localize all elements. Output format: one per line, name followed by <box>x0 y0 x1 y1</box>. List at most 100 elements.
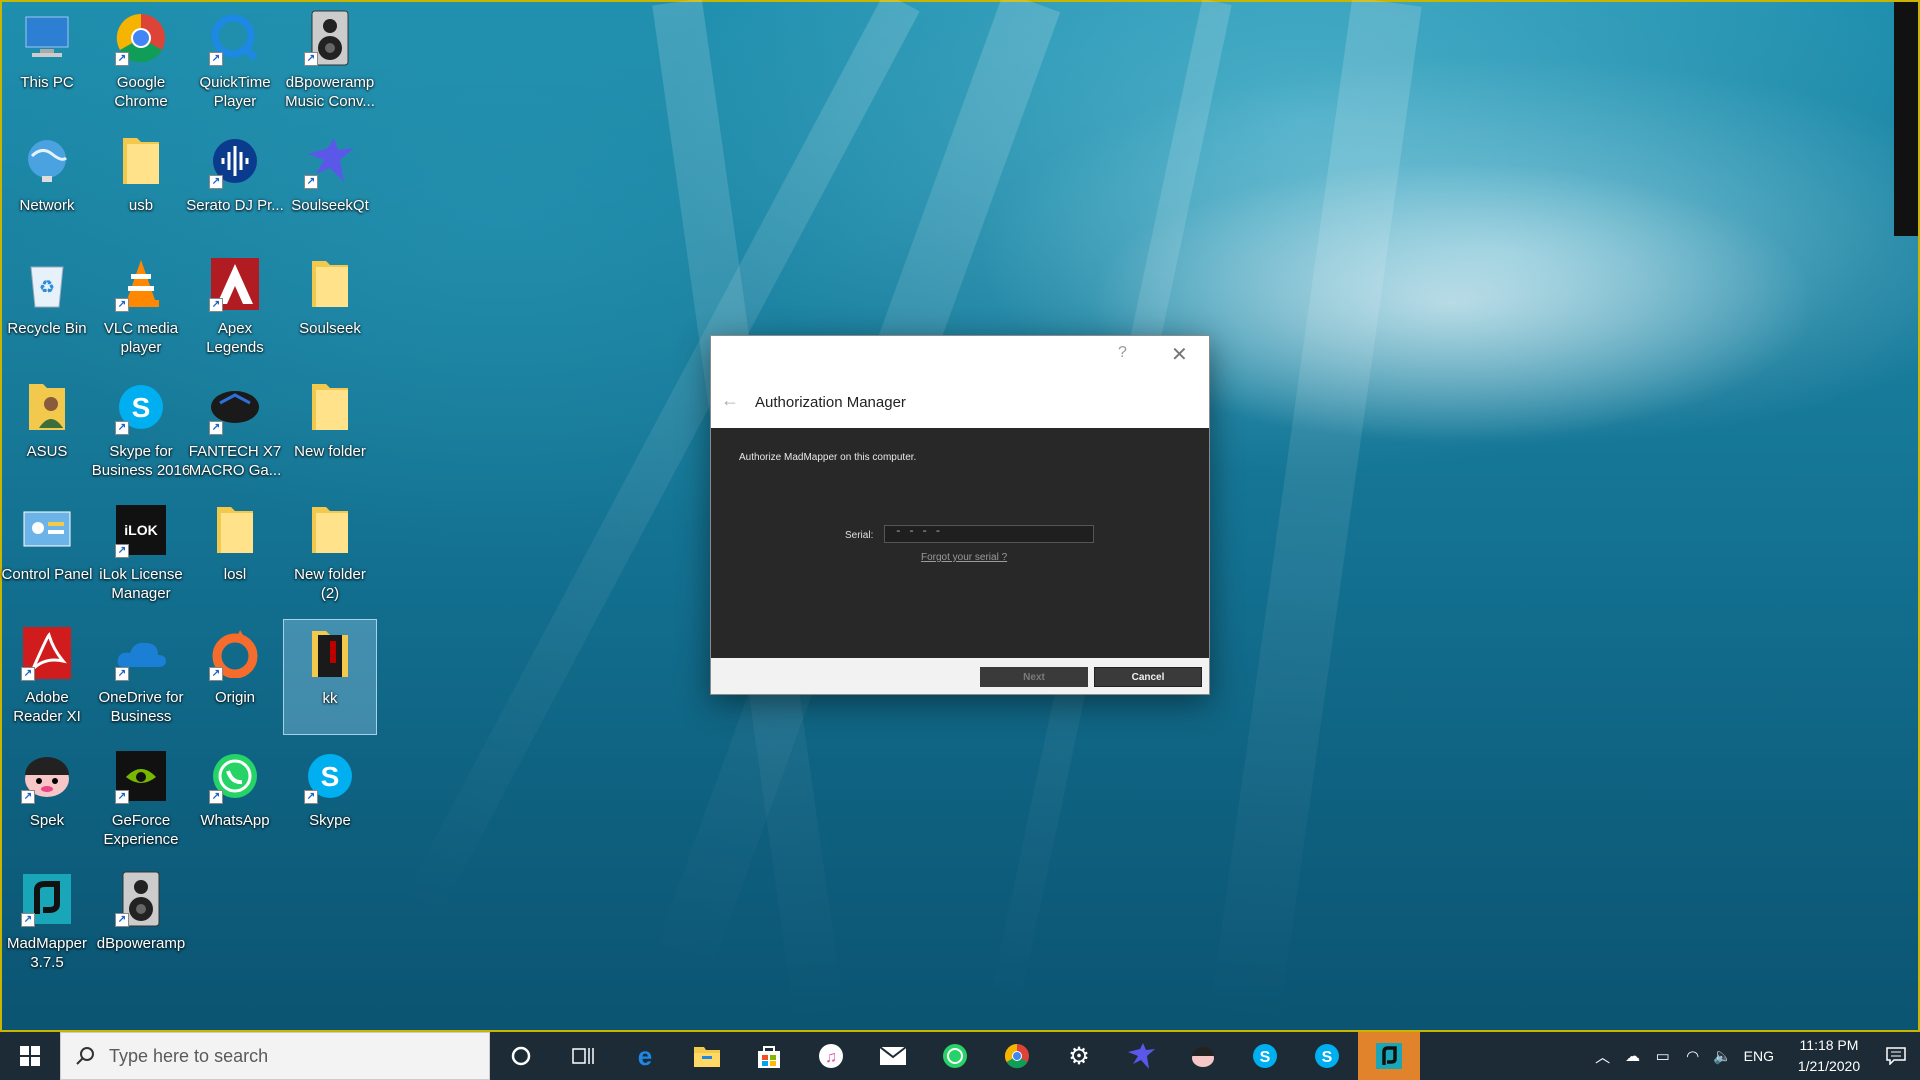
desktop-icon-recycle-bin[interactable]: ♻ Recycle Bin <box>0 250 94 366</box>
desktop-icon-this-pc[interactable]: This PC <box>0 4 94 120</box>
onedrive-icon: ↗ <box>111 623 171 683</box>
taskbar-skype-business-button[interactable]: S <box>1296 1032 1358 1080</box>
desktop-icon-label: WhatsApp <box>200 812 270 829</box>
chrome-icon <box>1004 1043 1030 1069</box>
desktop-icon-network[interactable]: Network <box>0 127 94 243</box>
taskbar-store-button[interactable] <box>738 1032 800 1080</box>
taskbar-spek-button[interactable] <box>1172 1032 1234 1080</box>
desktop-icon-skype[interactable]: S ↗ Skype <box>283 742 377 858</box>
desktop-icon-control-panel[interactable]: Control Panel <box>0 496 94 612</box>
spek-icon <box>1190 1044 1216 1068</box>
desktop-icon-label: SoulseekQt <box>291 197 369 214</box>
desktop-icon-label: Origin <box>214 689 255 706</box>
desktop-icon-madmapper[interactable]: ↗ MadMapper 3.7.5 <box>0 865 94 981</box>
system-tray: ︿ ☁ ▭ ◠ 🔈 ENG 11:18 PM 1/21/2020 <box>1588 1032 1920 1080</box>
battery-icon[interactable]: ▭ <box>1648 1047 1678 1065</box>
shortcut-arrow-icon: ↗ <box>115 544 129 558</box>
desktop-icon-label: usb <box>128 197 154 214</box>
vlc-cone-icon: ↗ <box>111 254 171 314</box>
taskbar-chrome-button[interactable] <box>986 1032 1048 1080</box>
edge-icon: e <box>632 1043 658 1069</box>
chevron-up-icon[interactable]: ︿ <box>1588 1046 1618 1067</box>
desktop-icon-label: iLok License Manager <box>99 566 183 602</box>
desktop-icon-new-folder[interactable]: New folder (2) <box>283 496 377 612</box>
recycle-bin-icon: ♻ <box>17 254 77 314</box>
notification-center-icon[interactable] <box>1872 1047 1920 1065</box>
close-button[interactable]: ✕ <box>1171 342 1188 367</box>
shortcut-arrow-icon: ↗ <box>209 298 223 312</box>
desktop-icon-label: New folder (2) <box>294 566 366 602</box>
shortcut-arrow-icon: ↗ <box>21 790 35 804</box>
desktop-icon-geforce[interactable]: ↗ GeForce Experience <box>94 742 188 858</box>
desktop-icon-label: Adobe Reader XI <box>13 689 81 725</box>
serial-label: Serial: <box>845 530 874 541</box>
cloud-icon[interactable]: ☁ <box>1618 1047 1648 1065</box>
shortcut-arrow-icon: ↗ <box>209 175 223 189</box>
language-indicator[interactable]: ENG <box>1744 1048 1774 1064</box>
adobe-reader-icon: ↗ <box>17 623 77 683</box>
taskbar-itunes-button[interactable]: ♫ <box>800 1032 862 1080</box>
taskbar-cortana-button[interactable] <box>490 1032 552 1080</box>
desktop-icon-label: Network <box>19 197 75 214</box>
taskbar-whatsapp-button[interactable] <box>924 1032 986 1080</box>
desktop-icon-spek[interactable]: ↗ Spek <box>0 742 94 858</box>
clock[interactable]: 11:18 PM 1/21/2020 <box>1786 1035 1872 1077</box>
cancel-button[interactable]: Cancel <box>1094 667 1202 687</box>
volume-icon[interactable]: 🔈 <box>1708 1047 1738 1065</box>
desktop-icon-dbpoweramp[interactable]: ↗ dBpoweramp Music Conv... <box>283 4 377 120</box>
back-arrow-icon[interactable]: ← <box>721 390 739 411</box>
light-ray <box>1208 0 1422 1029</box>
serial-input[interactable]: - - - - <box>884 525 1094 543</box>
taskbar-file-explorer-button[interactable] <box>676 1032 738 1080</box>
notification-icon <box>1886 1047 1906 1065</box>
desktop-icon-adobe[interactable]: ↗ Adobe Reader XI <box>0 619 94 735</box>
taskbar-soulseek-bird-button[interactable] <box>1110 1032 1172 1080</box>
desktop-icon-new-folder[interactable]: New folder <box>283 373 377 489</box>
desktop-icon-label: Recycle Bin <box>7 320 87 337</box>
desktop-icon-label: OneDrive for Business <box>98 689 184 725</box>
desktop-icon-vlc-media[interactable]: ↗ VLC media player <box>94 250 188 366</box>
desktop-icon-soulseekqt[interactable]: ↗ SoulseekQt <box>283 127 377 243</box>
taskbar-edge-button[interactable]: e <box>614 1032 676 1080</box>
start-button[interactable] <box>0 1032 60 1080</box>
wifi-icon[interactable]: ◠ <box>1678 1047 1708 1065</box>
desktop-icon-fantech-x7[interactable]: ↗ FANTECH X7 MACRO Ga... <box>188 373 282 489</box>
speaker-icon: ↗ <box>300 8 360 68</box>
desktop-icon-serato-dj-pr[interactable]: ↗ Serato DJ Pr... <box>186 127 284 243</box>
desktop-icon-label: Skype <box>309 812 351 829</box>
desktop-icon-apex[interactable]: ↗ Apex Legends <box>188 250 282 366</box>
desktop-icon-usb[interactable]: usb <box>94 127 188 243</box>
shortcut-arrow-icon: ↗ <box>304 790 318 804</box>
taskbar-skype-button[interactable]: S <box>1234 1032 1296 1080</box>
desktop-icon-dbpoweramp[interactable]: ↗ dBpoweramp <box>94 865 188 981</box>
taskbar-mail-button[interactable] <box>862 1032 924 1080</box>
help-button[interactable]: ? <box>1118 344 1127 362</box>
gaming-mouse-icon: ↗ <box>205 377 265 437</box>
origin-icon: ↗ <box>205 623 265 683</box>
next-button[interactable]: Next <box>980 667 1088 687</box>
shortcut-arrow-icon: ↗ <box>115 790 129 804</box>
desktop-icon-label: ASUS <box>26 443 68 460</box>
desktop-icon-origin[interactable]: ↗ Origin <box>188 619 282 735</box>
taskbar-search-box[interactable]: Type here to search <box>60 1032 490 1080</box>
forgot-serial-link[interactable]: Forgot your serial ? <box>921 552 1007 563</box>
desktop-icon-skype-for[interactable]: S ↗ Skype for Business 2016 <box>92 373 190 489</box>
desktop-icon-quicktime[interactable]: ↗ QuickTime Player <box>188 4 282 120</box>
skype-icon: S ↗ <box>111 377 171 437</box>
dialog-footer: Next Cancel <box>711 658 1209 694</box>
desktop-icon-ilok-license[interactable]: iLOK ↗ iLok License Manager <box>94 496 188 612</box>
taskbar-task-view-button[interactable] <box>552 1032 614 1080</box>
desktop-icon-google[interactable]: ↗ Google Chrome <box>94 4 188 120</box>
shortcut-arrow-icon: ↗ <box>209 52 223 66</box>
svg-text:S: S <box>132 392 151 423</box>
desktop-icon-kk[interactable]: kk <box>283 619 377 735</box>
desktop-icon-whatsapp[interactable]: ↗ WhatsApp <box>188 742 282 858</box>
desktop-icon-losl[interactable]: losl <box>188 496 282 612</box>
serato-icon: ↗ <box>205 131 265 191</box>
desktop-icon-asus[interactable]: ASUS <box>0 373 94 489</box>
taskbar-madmapper-button[interactable] <box>1358 1032 1420 1080</box>
desktop-icon-onedrive-for[interactable]: ↗ OneDrive for Business <box>94 619 188 735</box>
taskbar-settings-gear-button[interactable]: ⚙ <box>1048 1032 1110 1080</box>
desktop-icon-label: dBpoweramp Music Conv... <box>285 74 375 110</box>
desktop-icon-soulseek[interactable]: Soulseek <box>283 250 377 366</box>
